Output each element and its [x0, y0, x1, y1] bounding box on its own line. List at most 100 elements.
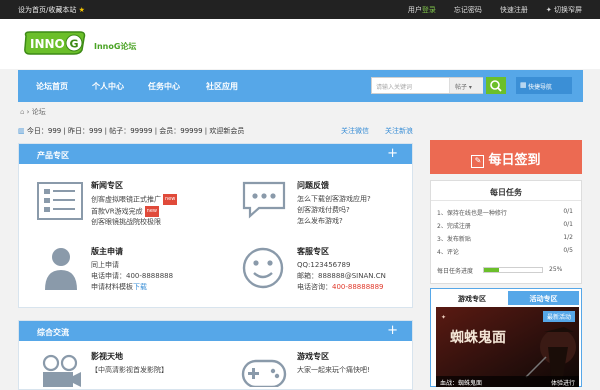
quick-nav-button[interactable]: ▦ 快捷导航	[516, 77, 572, 94]
general-panel: 综合交流 + 影视天地 【中高清影视首发影院】 游戏专区 大家一起来玩个痛快吧!	[18, 320, 413, 390]
service-phone: 电话咨询：400-88888889	[297, 282, 386, 293]
game-banner[interactable]: ✦ 蜘蛛鬼面 最新活动 血战：蜘蛛鬼面 体验进行	[436, 307, 579, 387]
search-button[interactable]	[486, 77, 506, 94]
moderator-title[interactable]: 版主申请	[91, 246, 173, 257]
daily-tasks-panel: 每日任务 1、保持在线也是一种修行 0/1 2、完成注册 0/1 3、发布新贴 1/2…	[430, 180, 582, 284]
news-item[interactable]: 首款VR游戏完成 new	[91, 205, 177, 218]
service-mail: 邮箱：888888@SINAN.CN	[297, 272, 386, 280]
search-input[interactable]: 请输入关键词 帖子 ▾	[371, 77, 483, 94]
moderator-section: 版主申请 同上申请 电话申请：400-8888888 申请材料模板下载	[91, 246, 173, 293]
latest-activity-badge: 最新活动	[542, 311, 575, 322]
task-row[interactable]: 4、评论 0/5	[431, 244, 581, 257]
task-count: 0/5	[563, 247, 573, 254]
progress-label: 每日任务进度	[437, 268, 474, 275]
faq-item[interactable]: 怎么发布游戏?	[297, 216, 371, 227]
login-link[interactable]: 登录	[422, 6, 436, 14]
news-icon	[37, 182, 83, 220]
progress-percent: 25%	[549, 266, 563, 273]
faq-item[interactable]: 怎么下载创客游戏应用?	[297, 194, 371, 205]
faq-section: 问题反馈 怎么下载创客游戏应用? 创客游戏付费吗? 怎么发布游戏?	[297, 180, 371, 227]
chat-icon	[241, 180, 287, 220]
new-badge: new	[163, 194, 178, 205]
checkin-label: 每日签到	[488, 153, 541, 168]
template-text: 申请材料模板	[91, 283, 133, 291]
task-name: 2、完成注册	[437, 223, 471, 230]
phone-number: 400-88888889	[332, 283, 384, 291]
search-type-label: 帖子	[455, 84, 468, 91]
task-progress-bar	[483, 267, 543, 273]
game-title-art: 蜘蛛鬼面	[450, 330, 506, 346]
news-item[interactable]: 创客眼镜挑战院校极限	[91, 217, 177, 228]
game-item[interactable]: 大家一起来玩个痛快吧!	[297, 365, 370, 376]
bookmark-link[interactable]: 设为首页/收藏本站 ★	[18, 5, 85, 15]
star-icon: ★	[78, 6, 85, 14]
game-logo-mark: ✦	[441, 314, 447, 321]
task-name: 1、保持在线也是一种修行	[437, 210, 507, 217]
banner-sub: 体验进行	[550, 380, 575, 387]
nav-item-home[interactable]: 论坛首页	[36, 81, 68, 92]
task-row[interactable]: 1、保持在线也是一种修行 0/1	[431, 205, 581, 218]
nav-item-profile[interactable]: 个人中心	[92, 81, 124, 92]
news-title[interactable]: 新闻专区	[91, 180, 177, 191]
banner-caption: 血战：蜘蛛鬼面	[440, 380, 483, 387]
task-row[interactable]: 3、发布新贴 1/2	[431, 231, 581, 244]
nav-item-apps[interactable]: 社区应用	[206, 81, 238, 92]
forum-stats: ▥ 今日：999 | 昨日：999 | 帖子：99999 | 会员：99999 …	[18, 126, 244, 136]
moderator-item: 申请材料模板下载	[91, 282, 173, 293]
switch-width-link[interactable]: ✦ 切换窄屏	[546, 5, 582, 15]
product-panel-header: 产品专区 +	[19, 144, 412, 164]
video-item[interactable]: 【中高清影视首发影院】	[91, 365, 168, 376]
general-panel-title: 综合交流	[37, 328, 69, 337]
tab-game[interactable]: 游戏专区	[436, 291, 508, 305]
switch-text: 切换窄屏	[554, 6, 582, 14]
user-icon	[43, 246, 79, 292]
moderator-item: 同上申请	[91, 261, 119, 269]
service-title[interactable]: 客服专区	[297, 246, 386, 257]
forgot-password-link[interactable]: 忘记密码	[454, 5, 482, 15]
daily-checkin-button[interactable]: ✎ 每日签到	[430, 140, 582, 174]
register-link[interactable]: 快速注册	[500, 5, 528, 15]
progress-fill	[484, 268, 499, 272]
expand-icon[interactable]: +	[387, 323, 398, 338]
banner-caption-bar: 血战：蜘蛛鬼面 体验进行	[436, 376, 579, 387]
news-item[interactable]: 创客虚拟眼镜正式推广 new	[91, 194, 178, 206]
task-count: 0/1	[563, 221, 573, 228]
faq-item[interactable]: 创客游戏付费吗?	[297, 205, 371, 216]
follow-sina-link[interactable]: 关注新浪	[385, 126, 413, 136]
gamepad-icon	[241, 357, 287, 387]
top-bar: 设为首页/收藏本站 ★ 用户登录 忘记密码 快速注册 ✦ 切换窄屏	[0, 0, 600, 19]
home-icon[interactable]: ⌂	[20, 108, 24, 116]
site-logo[interactable]: INNO G	[22, 30, 88, 56]
product-panel: 产品专区 + 新闻专区 创客虚拟眼镜正式推广 new 首款VR游戏完成 new 创客…	[18, 143, 413, 308]
nav-item-tasks[interactable]: 任务中心	[148, 81, 180, 92]
video-title[interactable]: 影视天地	[91, 351, 168, 362]
user-center-link[interactable]: 用户登录	[408, 5, 436, 15]
tab-activity[interactable]: 活动专区	[508, 291, 579, 305]
task-row[interactable]: 2、完成注册 0/1	[431, 218, 581, 231]
general-panel-header: 综合交流 +	[19, 321, 412, 341]
search-placeholder: 请输入关键词	[376, 84, 413, 91]
follow-wechat-link[interactable]: 关注微信	[341, 126, 369, 136]
task-name: 4、评论	[437, 249, 459, 256]
smile-icon	[241, 246, 285, 290]
daily-tasks-title: 每日任务	[431, 181, 581, 201]
phone-label: 电话咨询：	[297, 283, 332, 291]
user-text: 用户	[407, 6, 422, 14]
video-section: 影视天地 【中高清影视首发影院】	[91, 351, 168, 376]
news-item-text: 首款VR游戏完成	[91, 207, 143, 215]
svg-text:INNO: INNO	[30, 37, 65, 51]
task-count: 1/2	[563, 234, 573, 241]
breadcrumb-forum[interactable]: 论坛	[32, 108, 46, 116]
bookmark-text: 设为首页/收藏本站	[18, 6, 77, 14]
expand-icon[interactable]: +	[387, 146, 398, 161]
search-type-select[interactable]: 帖子 ▾	[449, 78, 483, 93]
moderator-item: 电话申请：400-8888888	[91, 272, 174, 280]
download-link[interactable]: 下载	[133, 283, 147, 291]
breadcrumb: ⌂ › 论坛	[20, 108, 46, 116]
faq-title[interactable]: 问题反馈	[297, 180, 371, 191]
new-badge: new	[144, 205, 159, 217]
svg-text:G: G	[70, 38, 79, 51]
game-title[interactable]: 游戏专区	[297, 351, 370, 362]
service-qq: QQ:123456789	[297, 261, 351, 269]
task-name: 3、发布新贴	[437, 236, 471, 243]
